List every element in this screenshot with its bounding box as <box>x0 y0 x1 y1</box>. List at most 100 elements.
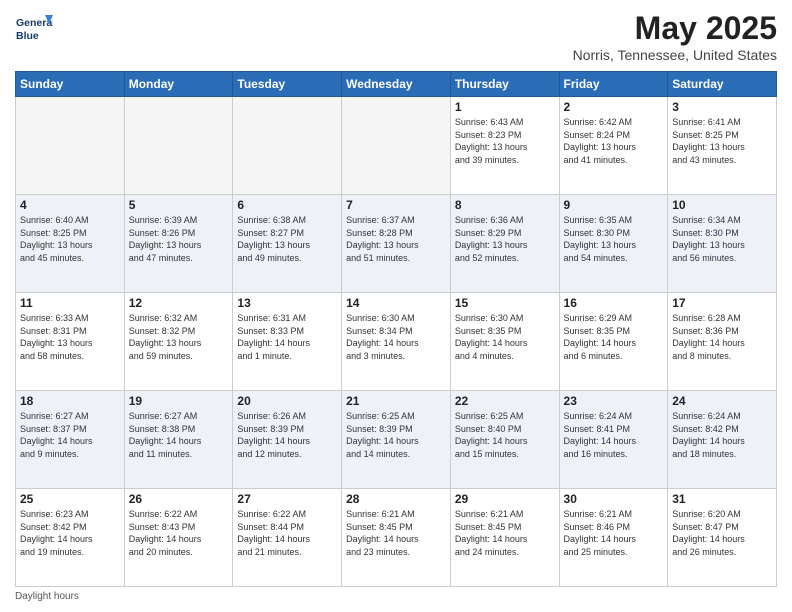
day-info: Sunrise: 6:25 AM Sunset: 8:39 PM Dayligh… <box>346 410 446 460</box>
calendar-header-saturday: Saturday <box>668 72 777 97</box>
title-section: May 2025 Norris, Tennessee, United State… <box>573 10 777 63</box>
day-info: Sunrise: 6:38 AM Sunset: 8:27 PM Dayligh… <box>237 214 337 264</box>
day-info: Sunrise: 6:43 AM Sunset: 8:23 PM Dayligh… <box>455 116 555 166</box>
calendar-day-2: 2 Sunrise: 6:42 AM Sunset: 8:24 PM Daylig… <box>559 97 668 195</box>
day-info: Sunrise: 6:24 AM Sunset: 8:42 PM Dayligh… <box>672 410 772 460</box>
calendar-week-row: 25 Sunrise: 6:23 AM Sunset: 8:42 PM Dayli… <box>16 489 777 587</box>
calendar-day-empty <box>233 97 342 195</box>
day-number: 23 <box>564 394 664 408</box>
calendar-header-wednesday: Wednesday <box>342 72 451 97</box>
day-number: 28 <box>346 492 446 506</box>
day-number: 21 <box>346 394 446 408</box>
day-number: 13 <box>237 296 337 310</box>
day-info: Sunrise: 6:26 AM Sunset: 8:39 PM Dayligh… <box>237 410 337 460</box>
footer: Daylight hours <box>15 591 777 602</box>
day-number: 5 <box>129 198 229 212</box>
day-info: Sunrise: 6:39 AM Sunset: 8:26 PM Dayligh… <box>129 214 229 264</box>
calendar-day-17: 17Sunrise: 6:28 AM Sunset: 8:36 PM Dayli… <box>668 293 777 391</box>
calendar-day-7: 7Sunrise: 6:37 AM Sunset: 8:28 PM Daylig… <box>342 195 451 293</box>
calendar-day-20: 20Sunrise: 6:26 AM Sunset: 8:39 PM Dayli… <box>233 391 342 489</box>
day-number: 30 <box>564 492 664 506</box>
day-number: 15 <box>455 296 555 310</box>
calendar-day-12: 12Sunrise: 6:32 AM Sunset: 8:32 PM Dayli… <box>124 293 233 391</box>
calendar-day-15: 15 Sunrise: 6:30 AM Sunset: 8:35 PM Dayli… <box>450 293 559 391</box>
calendar-day-14: 14 Sunrise: 6:30 AM Sunset: 8:34 PM Dayli… <box>342 293 451 391</box>
calendar-week-row: 11Sunrise: 6:33 AM Sunset: 8:31 PM Dayli… <box>16 293 777 391</box>
calendar-day-10: 10Sunrise: 6:34 AM Sunset: 8:30 PM Dayli… <box>668 195 777 293</box>
day-info: Sunrise: 6:27 AM Sunset: 8:38 PM Dayligh… <box>129 410 229 460</box>
day-number: 9 <box>564 198 664 212</box>
day-number: 8 <box>455 198 555 212</box>
calendar-day-27: 27 Sunrise: 6:22 AM Sunset: 8:44 PM Dayli… <box>233 489 342 587</box>
day-number: 3 <box>672 100 772 114</box>
calendar-header-monday: Monday <box>124 72 233 97</box>
day-info: Sunrise: 6:22 AM Sunset: 8:44 PM Dayligh… <box>237 508 337 558</box>
day-info: Sunrise: 6:28 AM Sunset: 8:36 PM Dayligh… <box>672 312 772 362</box>
day-info: Sunrise: 6:20 AM Sunset: 8:47 PM Dayligh… <box>672 508 772 558</box>
day-info: Sunrise: 6:30 AM Sunset: 8:34 PM Dayligh… <box>346 312 446 362</box>
calendar-day-29: 29Sunrise: 6:21 AM Sunset: 8:45 PM Dayli… <box>450 489 559 587</box>
day-info: Sunrise: 6:23 AM Sunset: 8:42 PM Dayligh… <box>20 508 120 558</box>
header: General Blue May 2025 Norris, Tennessee,… <box>15 10 777 63</box>
day-number: 2 <box>564 100 664 114</box>
location: Norris, Tennessee, United States <box>573 47 777 63</box>
calendar-week-row: 4 Sunrise: 6:40 AM Sunset: 8:25 PM Daylig… <box>16 195 777 293</box>
day-info: Sunrise: 6:21 AM Sunset: 8:46 PM Dayligh… <box>564 508 664 558</box>
calendar-day-empty <box>16 97 125 195</box>
day-number: 4 <box>20 198 120 212</box>
calendar-day-4: 4 Sunrise: 6:40 AM Sunset: 8:25 PM Daylig… <box>16 195 125 293</box>
day-info: Sunrise: 6:34 AM Sunset: 8:30 PM Dayligh… <box>672 214 772 264</box>
month-title: May 2025 <box>573 10 777 47</box>
logo-container: General Blue <box>15 10 53 48</box>
day-info: Sunrise: 6:40 AM Sunset: 8:25 PM Dayligh… <box>20 214 120 264</box>
day-number: 31 <box>672 492 772 506</box>
day-number: 6 <box>237 198 337 212</box>
calendar-day-13: 13 Sunrise: 6:31 AM Sunset: 8:33 PM Dayli… <box>233 293 342 391</box>
day-info: Sunrise: 6:37 AM Sunset: 8:28 PM Dayligh… <box>346 214 446 264</box>
day-info: Sunrise: 6:21 AM Sunset: 8:45 PM Dayligh… <box>346 508 446 558</box>
day-info: Sunrise: 6:41 AM Sunset: 8:25 PM Dayligh… <box>672 116 772 166</box>
calendar-day-23: 23 Sunrise: 6:24 AM Sunset: 8:41 PM Dayli… <box>559 391 668 489</box>
day-number: 19 <box>129 394 229 408</box>
calendar-day-25: 25 Sunrise: 6:23 AM Sunset: 8:42 PM Dayli… <box>16 489 125 587</box>
day-info: Sunrise: 6:27 AM Sunset: 8:37 PM Dayligh… <box>20 410 120 460</box>
calendar-day-28: 28 Sunrise: 6:21 AM Sunset: 8:45 PM Dayli… <box>342 489 451 587</box>
calendar-day-1: 1Sunrise: 6:43 AM Sunset: 8:23 PM Daylig… <box>450 97 559 195</box>
day-number: 25 <box>20 492 120 506</box>
day-info: Sunrise: 6:24 AM Sunset: 8:41 PM Dayligh… <box>564 410 664 460</box>
calendar-day-5: 5 Sunrise: 6:39 AM Sunset: 8:26 PM Daylig… <box>124 195 233 293</box>
calendar-header-tuesday: Tuesday <box>233 72 342 97</box>
calendar-day-9: 9 Sunrise: 6:35 AM Sunset: 8:30 PM Daylig… <box>559 195 668 293</box>
calendar-day-8: 8Sunrise: 6:36 AM Sunset: 8:29 PM Daylig… <box>450 195 559 293</box>
day-number: 18 <box>20 394 120 408</box>
day-info: Sunrise: 6:31 AM Sunset: 8:33 PM Dayligh… <box>237 312 337 362</box>
calendar-day-6: 6 Sunrise: 6:38 AM Sunset: 8:27 PM Daylig… <box>233 195 342 293</box>
day-number: 27 <box>237 492 337 506</box>
calendar-day-16: 16 Sunrise: 6:29 AM Sunset: 8:35 PM Dayli… <box>559 293 668 391</box>
day-info: Sunrise: 6:21 AM Sunset: 8:45 PM Dayligh… <box>455 508 555 558</box>
calendar-day-31: 31 Sunrise: 6:20 AM Sunset: 8:47 PM Dayli… <box>668 489 777 587</box>
calendar-header-sunday: Sunday <box>16 72 125 97</box>
calendar-header-friday: Friday <box>559 72 668 97</box>
logo: General Blue <box>15 10 53 48</box>
page: General Blue May 2025 Norris, Tennessee,… <box>0 0 792 612</box>
day-number: 11 <box>20 296 120 310</box>
day-number: 14 <box>346 296 446 310</box>
calendar-header-row: SundayMondayTuesdayWednesdayThursdayFrid… <box>16 72 777 97</box>
calendar-day-21: 21 Sunrise: 6:25 AM Sunset: 8:39 PM Dayli… <box>342 391 451 489</box>
calendar-day-11: 11Sunrise: 6:33 AM Sunset: 8:31 PM Dayli… <box>16 293 125 391</box>
calendar-day-22: 22Sunrise: 6:25 AM Sunset: 8:40 PM Dayli… <box>450 391 559 489</box>
day-info: Sunrise: 6:35 AM Sunset: 8:30 PM Dayligh… <box>564 214 664 264</box>
logo-graphic: General Blue <box>15 10 53 48</box>
calendar-day-3: 3 Sunrise: 6:41 AM Sunset: 8:25 PM Daylig… <box>668 97 777 195</box>
calendar-header-thursday: Thursday <box>450 72 559 97</box>
day-number: 24 <box>672 394 772 408</box>
day-info: Sunrise: 6:42 AM Sunset: 8:24 PM Dayligh… <box>564 116 664 166</box>
calendar-week-row: 18 Sunrise: 6:27 AM Sunset: 8:37 PM Dayli… <box>16 391 777 489</box>
day-info: Sunrise: 6:32 AM Sunset: 8:32 PM Dayligh… <box>129 312 229 362</box>
day-number: 16 <box>564 296 664 310</box>
day-number: 22 <box>455 394 555 408</box>
day-info: Sunrise: 6:30 AM Sunset: 8:35 PM Dayligh… <box>455 312 555 362</box>
calendar-table: SundayMondayTuesdayWednesdayThursdayFrid… <box>15 71 777 587</box>
day-info: Sunrise: 6:29 AM Sunset: 8:35 PM Dayligh… <box>564 312 664 362</box>
